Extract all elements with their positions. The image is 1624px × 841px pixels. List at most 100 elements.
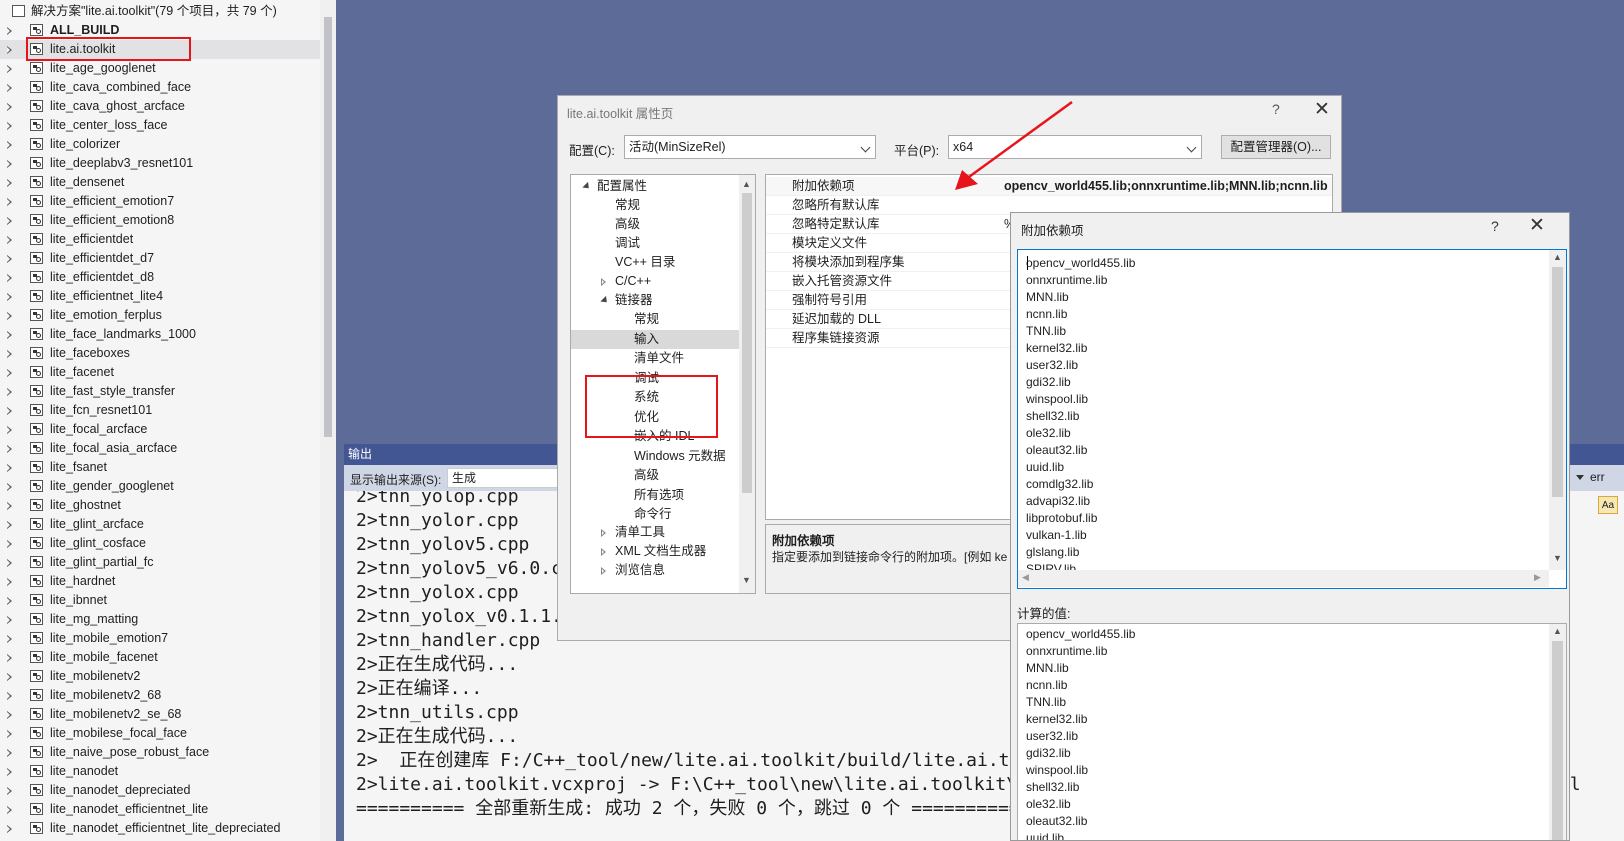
project-item[interactable]: lite_ghostnet [0, 496, 320, 515]
nav-linker-child[interactable]: 清单文件 [634, 349, 684, 368]
expand-arrow-icon[interactable] [7, 160, 12, 168]
project-item[interactable]: lite_glint_arcface [0, 515, 320, 534]
project-item[interactable]: lite_focal_arcface [0, 420, 320, 439]
nav-linker-child[interactable]: 所有选项 [634, 486, 684, 505]
expand-arrow-icon[interactable] [7, 711, 12, 719]
nav-manifest-tool[interactable]: 清单工具 [615, 523, 665, 542]
collapse-arrow-icon[interactable] [582, 181, 592, 192]
help-button[interactable]: ? [1491, 218, 1499, 234]
expand-arrow-icon[interactable] [7, 673, 12, 681]
scrollbar-thumb[interactable] [1552, 267, 1563, 497]
nav-cpp[interactable]: C/C++ [615, 272, 651, 291]
nav-vc-directories[interactable]: VC++ 目录 [615, 253, 675, 272]
expand-arrow-icon[interactable] [7, 426, 12, 434]
project-item[interactable]: lite_naive_pose_robust_face [0, 743, 320, 762]
project-item[interactable]: lite_densenet [0, 173, 320, 192]
scroll-down-icon[interactable]: ▼ [1553, 553, 1562, 563]
nav-scrollbar[interactable]: ▲ ▼ [739, 175, 755, 593]
expand-arrow-icon[interactable] [7, 46, 12, 54]
nav-linker-child[interactable]: Windows 元数据 [634, 447, 726, 466]
expand-arrow-icon[interactable] [7, 217, 12, 225]
project-item[interactable]: lite_ibnnet [0, 591, 320, 610]
edit-vscrollbar[interactable]: ▲ ▼ [1549, 250, 1566, 570]
nav-linker[interactable]: 链接器 [615, 291, 653, 310]
config-select[interactable]: 活动(MinSizeRel) [624, 135, 876, 159]
project-item[interactable]: lite_nanodet_efficientnet_lite_depreciat… [0, 819, 320, 838]
solution-scrollbar[interactable] [320, 0, 336, 841]
project-item[interactable]: lite_efficientdet [0, 230, 320, 249]
project-item[interactable]: lite_center_loss_face [0, 116, 320, 135]
project-item[interactable]: lite_mobilese_focal_face [0, 724, 320, 743]
project-item[interactable]: lite_fcn_resnet101 [0, 401, 320, 420]
expand-arrow-icon[interactable] [7, 141, 12, 149]
expand-arrow-icon[interactable] [7, 787, 12, 795]
scroll-up-icon[interactable]: ▲ [742, 179, 751, 189]
scroll-up-icon[interactable]: ▲ [1553, 252, 1562, 262]
expand-arrow-icon[interactable] [7, 369, 12, 377]
scroll-right-icon[interactable]: ▶ [1534, 572, 1541, 583]
project-item[interactable]: lite_cava_ghost_arcface [0, 97, 320, 116]
project-item[interactable]: lite_deeplabv3_resnet101 [0, 154, 320, 173]
scroll-down-icon[interactable]: ▼ [742, 575, 751, 585]
project-item[interactable]: lite_efficient_emotion8 [0, 211, 320, 230]
expand-arrow-icon[interactable] [7, 255, 12, 263]
expand-arrow-icon[interactable] [7, 103, 12, 111]
nav-linker-child[interactable]: 命令行 [634, 505, 672, 524]
edit-hscrollbar[interactable]: ◀ ▶ [1018, 570, 1549, 587]
expand-arrow-icon[interactable] [7, 825, 12, 833]
project-item[interactable]: lite_nanodet_efficientnet_lite [0, 800, 320, 819]
chevron-down-icon[interactable] [1576, 475, 1584, 480]
expand-arrow-icon[interactable] [7, 407, 12, 415]
project-item[interactable]: lite_efficientdet_d8 [0, 268, 320, 287]
nav-xml-doc[interactable]: XML 文档生成器 [615, 542, 706, 561]
nav-linker-child[interactable]: 高级 [634, 466, 659, 485]
nav-advanced[interactable]: 高级 [615, 215, 640, 234]
project-item[interactable]: lite_fsanet [0, 458, 320, 477]
help-button[interactable]: ? [1272, 101, 1280, 117]
expand-arrow-icon[interactable] [601, 278, 606, 286]
project-item[interactable]: lite_hardnet [0, 572, 320, 591]
project-item[interactable]: lite_gender_googlenet [0, 477, 320, 496]
expand-arrow-icon[interactable] [7, 331, 12, 339]
nav-linker-child[interactable]: 常规 [634, 310, 659, 329]
expand-arrow-icon[interactable] [7, 312, 12, 320]
expand-arrow-icon[interactable] [7, 806, 12, 814]
project-item[interactable]: lite_focal_asia_arcface [0, 439, 320, 458]
property-row[interactable]: 附加依赖项 opencv_world455.lib;onnxruntime.lib… [766, 177, 1332, 196]
expand-arrow-icon[interactable] [7, 293, 12, 301]
project-item[interactable]: lite_mobilenetv2_68 [0, 686, 320, 705]
project-item[interactable]: lite_nanodet [0, 762, 320, 781]
platform-select[interactable]: x64 [948, 135, 1202, 159]
project-item[interactable]: lite_efficientdet_d7 [0, 249, 320, 268]
expand-arrow-icon[interactable] [7, 350, 12, 358]
project-item[interactable]: lite_mobilenetv2_se_68 [0, 705, 320, 724]
expand-arrow-icon[interactable] [7, 635, 12, 643]
scroll-up-icon[interactable]: ▲ [1553, 626, 1562, 636]
dependencies-edit-box[interactable]: SPIRV.lib glslang.lib vulkan-1.lib libproto… [1017, 249, 1567, 589]
expand-arrow-icon[interactable] [7, 483, 12, 491]
project-item[interactable]: lite_mg_matting [0, 610, 320, 629]
scroll-left-icon[interactable]: ◀ [1022, 572, 1029, 583]
expand-arrow-icon[interactable] [601, 548, 606, 556]
close-button[interactable]: ✕ [1529, 214, 1545, 237]
expand-arrow-icon[interactable] [7, 578, 12, 586]
project-item[interactable]: lite_emotion_ferplus [0, 306, 320, 325]
expand-arrow-icon[interactable] [7, 464, 12, 472]
nav-config-properties[interactable]: 配置属性 [597, 177, 647, 196]
project-item[interactable]: lite_face_landmarks_1000 [0, 325, 320, 344]
expand-arrow-icon[interactable] [7, 692, 12, 700]
expand-arrow-icon[interactable] [7, 597, 12, 605]
project-item[interactable]: lite_mobilenetv2 [0, 667, 320, 686]
project-item[interactable]: lite_glint_partial_fc [0, 553, 320, 572]
project-item[interactable]: lite_cava_combined_face [0, 78, 320, 97]
expand-arrow-icon[interactable] [601, 529, 606, 537]
collapse-arrow-icon[interactable] [600, 295, 610, 306]
expand-arrow-icon[interactable] [7, 274, 12, 282]
expand-arrow-icon[interactable] [7, 502, 12, 510]
expand-arrow-icon[interactable] [7, 768, 12, 776]
expand-arrow-icon[interactable] [7, 122, 12, 130]
nav-linker-child[interactable]: 输入 [571, 329, 755, 349]
project-item[interactable]: lite_colorizer [0, 135, 320, 154]
scrollbar-thumb[interactable] [324, 17, 332, 437]
scrollbar-thumb[interactable] [1552, 641, 1563, 840]
